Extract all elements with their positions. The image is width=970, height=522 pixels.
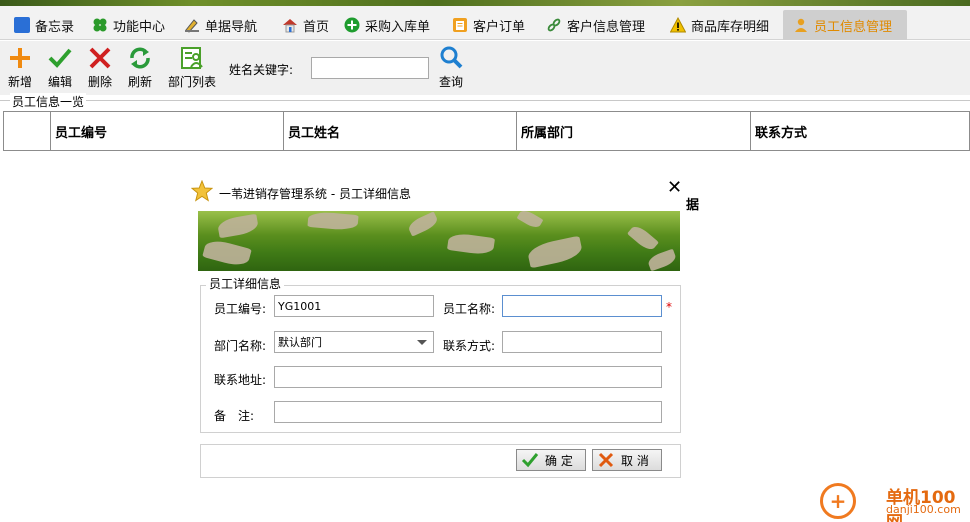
- cancel-icon: [598, 452, 614, 468]
- edit-button[interactable]: 编辑: [40, 45, 80, 90]
- dept-select[interactable]: 默认部门: [274, 331, 434, 353]
- add-button[interactable]: 新增: [0, 45, 40, 90]
- watermark-url: danji100.com: [886, 503, 961, 516]
- emp-no-input[interactable]: YG1001: [274, 295, 434, 317]
- search-icon: [440, 46, 463, 69]
- tab-label: 员工信息管理: [814, 19, 893, 35]
- home-icon: [282, 17, 298, 33]
- name-keyword-input[interactable]: [311, 57, 429, 79]
- link-icon: [546, 17, 562, 33]
- clover-icon: [92, 17, 108, 33]
- tab-function-center[interactable]: 功能中心: [82, 10, 174, 40]
- delete-label: 删除: [87, 75, 112, 89]
- dept-list-button[interactable]: 部门列表: [164, 45, 220, 90]
- tab-customer-info[interactable]: 客户信息管理: [536, 10, 652, 40]
- close-icon[interactable]: ✕: [667, 179, 682, 197]
- tab-label: 功能中心: [113, 19, 166, 35]
- employee-icon: [793, 17, 809, 33]
- dialog-title: 一苇进销存管理系统 - 员工详细信息: [219, 187, 411, 201]
- tab-label: 首页: [303, 19, 330, 35]
- emp-no-label: 员工编号:: [214, 302, 267, 316]
- tab-memo[interactable]: 备忘录: [4, 10, 82, 40]
- section-legend: 员工详细信息: [206, 275, 285, 292]
- emp-name-label: 员工名称:: [443, 302, 496, 316]
- add-label: 新增: [7, 75, 32, 89]
- remark-label: 备 注:: [214, 409, 255, 423]
- contact-label: 联系方式:: [443, 339, 496, 353]
- tab-inventory-detail[interactable]: 商品库存明细: [660, 10, 778, 40]
- tab-bar: 备忘录 功能中心 单据导航 首页 采购入库单 客户订单 客户信息管理 商品库存明…: [0, 6, 970, 40]
- refresh-icon: [130, 47, 150, 69]
- ok-label: 确 定: [545, 453, 573, 468]
- row-header-cell: [4, 112, 51, 150]
- dept-label: 部门名称:: [214, 339, 267, 353]
- refresh-button[interactable]: 刷新: [120, 45, 160, 90]
- column-header[interactable]: 员工编号: [51, 112, 284, 150]
- x-icon: [89, 47, 111, 69]
- contact-input[interactable]: [502, 331, 662, 353]
- tab-home[interactable]: 首页: [272, 10, 334, 40]
- tab-label: 采购入库单: [365, 19, 431, 35]
- tab-doc-nav[interactable]: 单据导航: [174, 10, 266, 40]
- column-header[interactable]: 联系方式: [751, 112, 969, 150]
- grid-header: 员工编号 员工姓名 所属部门 联系方式: [3, 111, 970, 151]
- tab-label: 商品库存明细: [691, 19, 770, 35]
- column-header[interactable]: 员工姓名: [284, 112, 517, 150]
- tab-label: 客户信息管理: [567, 19, 646, 35]
- search-label: 姓名关键字:: [229, 63, 294, 77]
- memo-icon: [14, 17, 30, 33]
- tab-label: 备忘录: [35, 19, 75, 35]
- address-input[interactable]: [274, 366, 662, 388]
- delete-button[interactable]: 删除: [80, 45, 120, 90]
- edit-label: 编辑: [47, 75, 72, 89]
- query-label: 查询: [438, 75, 463, 89]
- star-icon: [191, 180, 213, 202]
- plus-icon: [10, 48, 30, 68]
- refresh-label: 刷新: [127, 75, 152, 89]
- toolbar: 新增 编辑 删除 刷新 部门列表 姓名关键字: 查询: [0, 41, 970, 95]
- watermark-logo-icon: +: [820, 483, 856, 519]
- check-icon: [521, 453, 539, 468]
- ok-button[interactable]: 确 定: [516, 449, 586, 471]
- required-mark: *: [666, 300, 672, 314]
- tab-purchase-inbound[interactable]: 采购入库单: [334, 10, 440, 40]
- background-text-fragment: 据: [686, 198, 700, 213]
- tab-label: 客户订单: [473, 19, 526, 35]
- dept-select-value: 默认部门: [278, 336, 322, 349]
- check-icon: [48, 48, 72, 68]
- grid-title: 员工信息一览: [10, 93, 87, 110]
- tab-employee-info[interactable]: 员工信息管理: [783, 10, 907, 40]
- query-button[interactable]: 查询: [431, 45, 471, 90]
- warning-icon: [669, 16, 687, 33]
- order-icon: [452, 17, 468, 33]
- column-header[interactable]: 所属部门: [517, 112, 751, 150]
- cancel-button[interactable]: 取 消: [592, 449, 662, 471]
- pencil-icon: [184, 17, 200, 33]
- tab-label: 单据导航: [205, 19, 258, 35]
- chevron-down-icon: [417, 340, 427, 345]
- dialog-banner-image: [198, 211, 680, 271]
- plus-circle-icon: [344, 17, 360, 33]
- emp-name-input[interactable]: [502, 295, 662, 317]
- tab-customer-order[interactable]: 客户订单: [442, 10, 532, 40]
- remark-input[interactable]: [274, 401, 662, 423]
- cancel-label: 取 消: [621, 453, 649, 468]
- dept-list-label: 部门列表: [167, 75, 216, 89]
- address-label: 联系地址:: [214, 373, 267, 387]
- dept-list-icon: [181, 47, 203, 69]
